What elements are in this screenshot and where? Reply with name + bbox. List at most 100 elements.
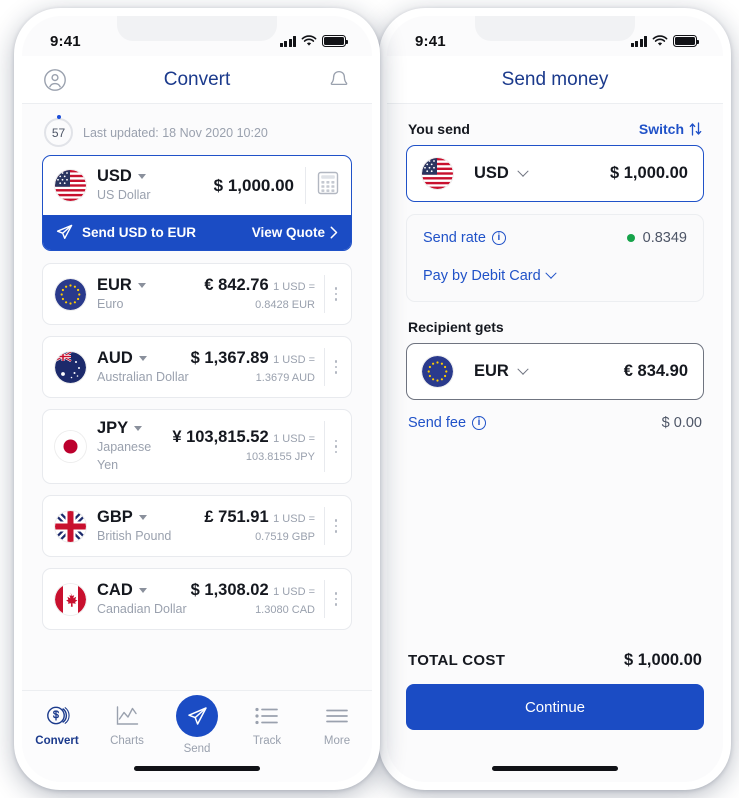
rate-line-2: 103.8155 JPY [245,451,315,463]
flag-au-icon [55,351,86,383]
currency-amount: $ 1,308.02 [190,580,269,599]
row-menu-icon[interactable] [325,439,347,454]
rate-line-1: 1 USD = [273,585,315,598]
calculator-icon[interactable] [317,171,339,200]
currency-code: EUR [97,275,132,294]
left-navbar: Convert [22,56,372,104]
list-icon [255,702,279,729]
notch [117,16,277,41]
base-currency-card[interactable]: USD US Dollar $ 1,000.00 Send USD to EUR… [42,155,352,251]
payment-method-label: Pay by Debit Card [423,268,541,284]
switch-button[interactable]: Switch [639,121,702,137]
base-currency-code: USD [97,167,132,185]
account-circle-icon[interactable] [42,67,68,93]
you-send-amount[interactable]: $ 1,000.00 [610,164,688,183]
view-quote-label: View Quote [251,225,325,240]
chevron-down-icon [517,363,529,375]
currency-info: CAD Canadian Dollar [97,581,191,618]
info-icon[interactable]: i [491,231,506,245]
screenshot-stage: 9:41 Send money You send Switch USD $ 1,… [0,0,739,798]
currency-row-cad[interactable]: CAD Canadian Dollar $ 1,308.02 1 USD = 1… [42,568,352,630]
continue-button[interactable]: Continue [406,684,704,730]
base-currency-name: US Dollar [97,188,151,202]
currency-values: £ 751.91 1 USD = 0.7519 GBP [204,508,324,545]
currency-row-jpy[interactable]: JPY Japanese Yen ¥ 103,815.52 1 USD = 10… [42,409,352,484]
battery-icon [673,35,700,47]
send-quote-banner[interactable]: Send USD to EUR View Quote [43,215,351,250]
line-chart-icon [115,702,140,729]
phone-left: 9:41 Convert 57 Last updated: 18 Nov 202… [14,8,380,790]
wifi-icon [652,35,668,46]
currency-name: Australian Dollar [97,369,189,384]
recipient-gets-field[interactable]: EUR € 834.90 [406,343,704,400]
recipient-currency-selector[interactable]: EUR [422,356,529,387]
send-plane-icon[interactable] [176,695,218,737]
tab-convert[interactable]: Convert [22,702,92,747]
you-send-currency-selector[interactable]: USD [422,158,529,189]
currency-info: AUD Australian Dollar [97,349,191,386]
currency-code-row[interactable]: JPY [97,419,172,438]
tab-charts[interactable]: Charts [92,702,162,747]
you-send-label: You send [408,121,470,137]
row-menu-icon[interactable] [325,592,347,606]
caret-down-icon [138,355,147,361]
caret-down-icon [137,282,146,288]
base-currency-main[interactable]: USD US Dollar $ 1,000.00 [43,156,351,215]
signal-bars-icon [279,36,296,47]
caret-down-icon [134,426,143,431]
view-quote-button[interactable]: View Quote [252,225,338,240]
base-currency-code-row[interactable]: USD [97,167,214,186]
currency-card-list: USD US Dollar $ 1,000.00 Send USD to EUR… [22,155,372,630]
last-updated-row: 57 Last updated: 18 Nov 2020 10:20 [22,104,372,155]
divider [305,167,306,204]
tab-more[interactable]: More [302,702,372,747]
status-icons [630,35,700,47]
tab-label: Track [252,735,282,747]
currency-info: JPY Japanese Yen [97,419,172,474]
currency-amount: € 842.76 [204,275,269,294]
flag-us-icon [55,170,86,201]
send-rate-text: Send rate [423,230,486,246]
rate-line-1: 1 USD = [273,353,315,366]
recipient-header: Recipient gets [387,302,723,343]
total-cost-value: $ 1,000.00 [624,651,702,669]
row-menu-icon[interactable] [325,287,347,301]
you-send-field[interactable]: USD $ 1,000.00 [406,145,704,202]
switch-label: Switch [638,121,684,137]
send-fee-value: $ 0.00 [661,415,702,431]
row-menu-icon[interactable] [325,360,347,374]
currency-code-row[interactable]: GBP [97,508,204,527]
currency-row-aud[interactable]: AUD Australian Dollar $ 1,367.89 1 USD =… [42,336,352,398]
currency-row-eur[interactable]: EUR Euro € 842.76 1 USD = 0.8428 EUR [42,263,352,325]
rate-line-1: 1 USD = [273,433,315,445]
tab-send[interactable]: Send [162,695,232,755]
currency-code: AUD [97,348,133,367]
payment-method-selector[interactable]: Pay by Debit Card [423,267,557,284]
currency-code-row[interactable]: AUD [97,349,191,368]
send-fee-label[interactable]: Send fee i [408,415,487,431]
status-time: 9:41 [50,32,81,50]
page-title: Convert [163,68,231,90]
currency-info: GBP British Pound [97,508,204,545]
send-rate-label[interactable]: Send rate i [423,230,506,246]
recipient-amount[interactable]: € 834.90 [624,362,688,381]
currency-values: € 842.76 1 USD = 0.8428 EUR [204,276,324,313]
refresh-countdown[interactable]: 57 [44,118,73,147]
rate-card: Send rate i 0.8349 Pay by Debit Card [406,214,704,302]
base-currency-info: USD US Dollar [97,167,214,204]
currency-code-row[interactable]: EUR [97,276,204,295]
payment-method-row[interactable]: Pay by Debit Card [407,257,703,295]
info-icon[interactable]: i [472,416,487,430]
currency-row-gbp[interactable]: GBP British Pound £ 751.91 1 USD = 0.751… [42,495,352,557]
left-screen: 9:41 Convert 57 Last updated: 18 Nov 202… [22,16,372,782]
currency-name: Canadian Dollar [97,601,187,616]
row-menu-icon[interactable] [325,519,347,533]
notch [475,16,635,41]
tab-track[interactable]: Track [232,702,302,747]
currency-code-row[interactable]: CAD [97,581,191,600]
base-currency-amount[interactable]: $ 1,000.00 [214,176,294,196]
rate-line-1: 1 USD = [273,280,315,293]
notification-bell-icon[interactable] [326,67,352,93]
tab-label: Convert [35,735,79,747]
tab-label: Send [183,743,211,755]
